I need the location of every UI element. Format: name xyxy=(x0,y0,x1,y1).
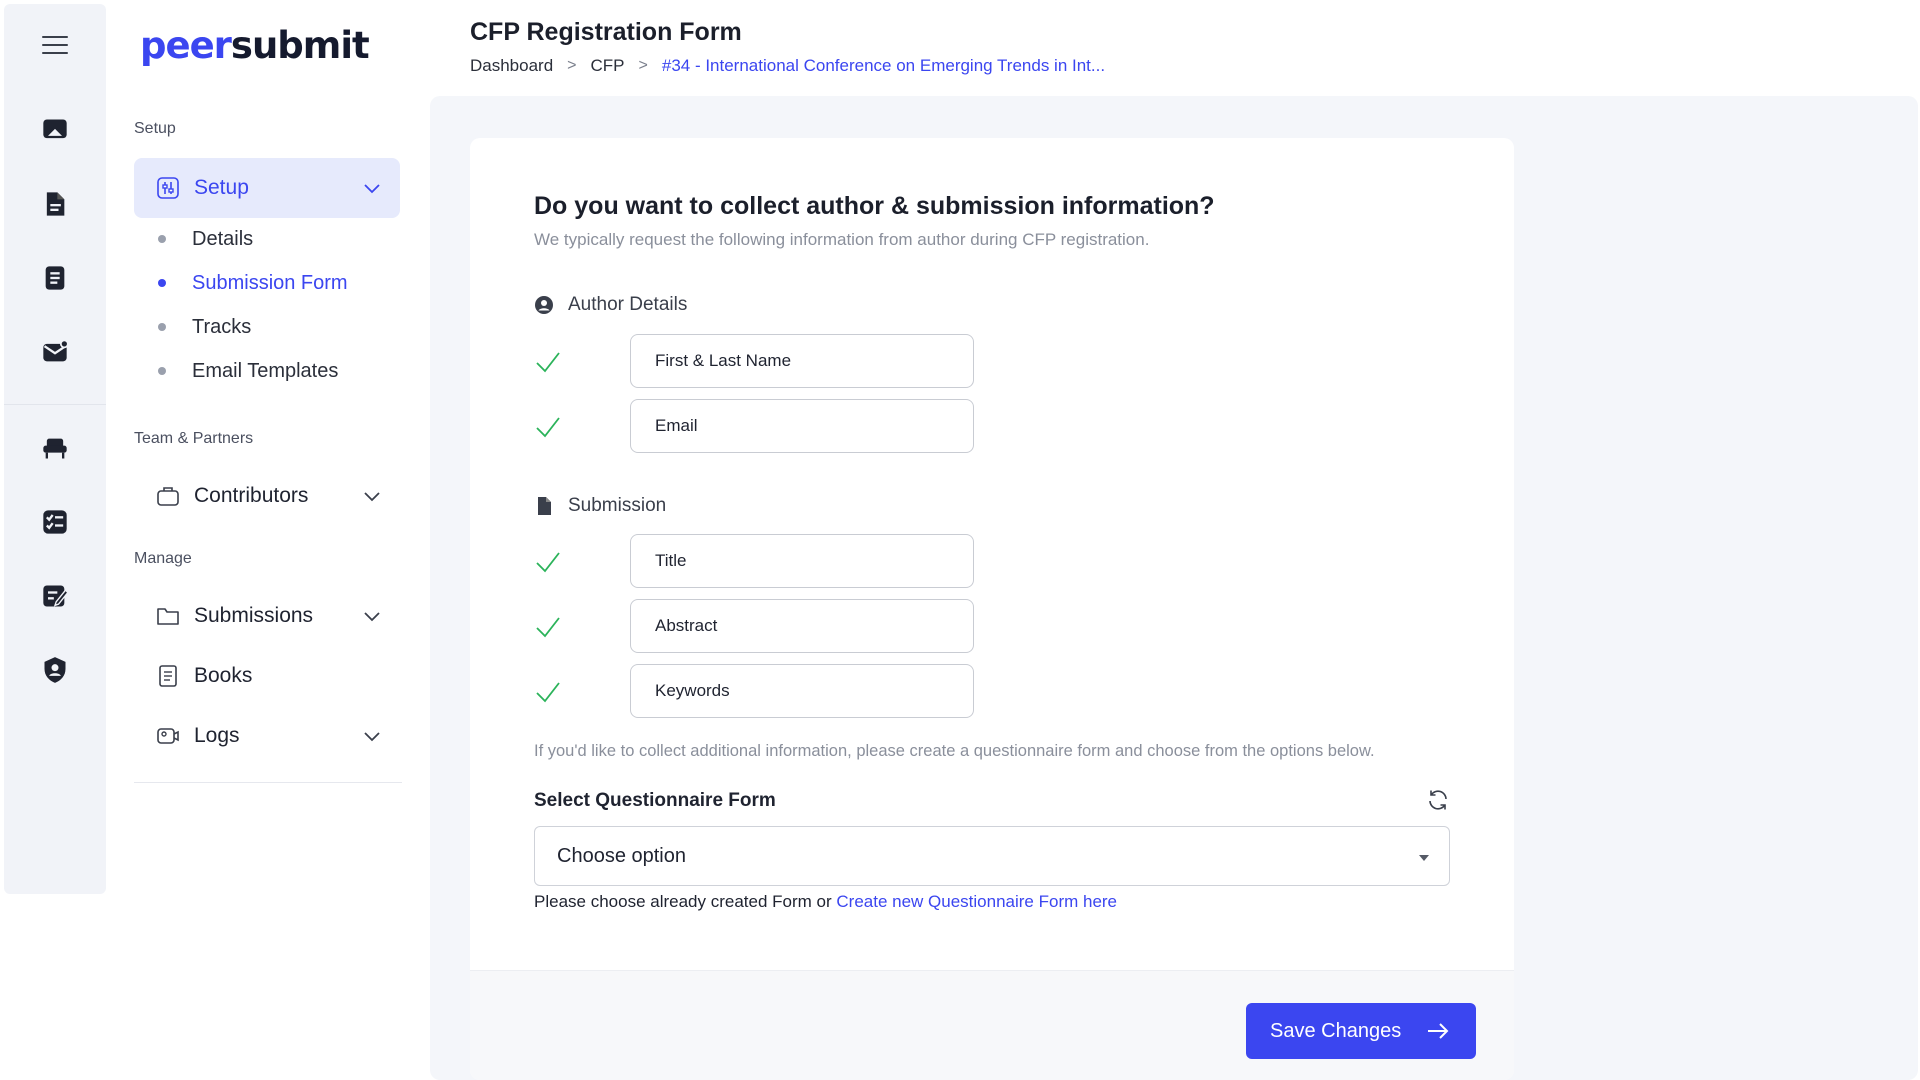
field-keywords[interactable]: Keywords xyxy=(630,664,974,718)
additional-info-hint: If you'd like to collect additional info… xyxy=(534,742,1375,760)
file-icon xyxy=(538,497,551,515)
sidebar: peersubmit Setup Setup Details Submissio… xyxy=(106,0,428,1080)
bullet-dot xyxy=(158,367,166,375)
sidebar-item-label: Logs xyxy=(194,724,240,747)
sidebar-item-label: Books xyxy=(194,664,253,687)
select-questionnaire-label: Select Questionnaire Form xyxy=(534,790,776,811)
folder-icon xyxy=(157,608,179,625)
logo-part-submit: submit xyxy=(230,24,370,67)
field-email[interactable]: Email xyxy=(630,399,974,453)
sidebar-item-contributors[interactable]: Contributors xyxy=(134,466,400,526)
card-footer: Save Changes xyxy=(470,970,1514,1080)
sidebar-item-label: Setup xyxy=(194,176,249,199)
bullet-dot xyxy=(158,323,166,331)
sidebar-item-logs[interactable]: Logs xyxy=(134,706,400,766)
logo-part-peer: peer xyxy=(140,24,232,67)
question-title: Do you want to collect author & submissi… xyxy=(534,192,1215,220)
author-details-heading: Author Details xyxy=(534,294,687,316)
rail-divider xyxy=(4,404,106,405)
section-label-team-partners: Team & Partners xyxy=(134,430,254,447)
shield-icon[interactable] xyxy=(41,656,69,684)
form-card: Do you want to collect author & submissi… xyxy=(470,138,1514,1080)
sidebar-subitem-label: Submission Form xyxy=(192,271,348,294)
sidebar-divider xyxy=(134,782,402,783)
sidebar-subitem-label: Tracks xyxy=(192,315,252,338)
sidebar-subitem-label: Details xyxy=(192,227,254,250)
chevron-down-icon xyxy=(364,492,380,502)
submission-heading: Submission xyxy=(534,495,666,517)
save-changes-button[interactable]: Save Changes xyxy=(1246,1003,1476,1059)
peersubmit-logo[interactable]: peersubmit xyxy=(140,24,370,67)
sidebar-item-books[interactable]: Books xyxy=(134,646,400,706)
sidebar-item-setup[interactable]: Setup xyxy=(134,158,400,218)
breadcrumb-separator: > xyxy=(638,57,648,74)
list-document-icon[interactable] xyxy=(41,264,69,292)
field-title[interactable]: Title xyxy=(630,534,974,588)
arrow-right-icon xyxy=(1428,1023,1449,1039)
icon-rail xyxy=(4,4,106,894)
chair-icon[interactable] xyxy=(41,434,69,462)
sliders-icon xyxy=(157,177,179,199)
check-icon xyxy=(536,352,560,373)
refresh-icon[interactable] xyxy=(1426,788,1450,812)
bullet-dot xyxy=(158,279,166,287)
presentation-icon[interactable] xyxy=(41,116,69,144)
check-icon xyxy=(536,682,560,703)
check-icon xyxy=(536,552,560,573)
sidebar-subitem-details[interactable]: Details xyxy=(158,224,253,254)
sidebar-subitem-email-templates[interactable]: Email Templates xyxy=(158,356,338,386)
edit-icon[interactable] xyxy=(41,582,69,610)
breadcrumb-separator: > xyxy=(567,57,577,74)
check-icon xyxy=(536,417,560,438)
question-subtitle: We typically request the following infor… xyxy=(534,230,1150,249)
checklist-icon[interactable] xyxy=(41,508,69,536)
check-icon xyxy=(536,617,560,638)
briefcase-icon xyxy=(157,487,179,506)
sidebar-item-submissions[interactable]: Submissions xyxy=(134,586,400,646)
field-first-last-name[interactable]: First & Last Name xyxy=(630,334,974,388)
breadcrumb-current-conference[interactable]: #34 - International Conference on Emergi… xyxy=(662,56,1105,76)
video-log-icon xyxy=(157,728,179,744)
breadcrumb-dashboard[interactable]: Dashboard xyxy=(470,56,553,76)
helper-text: Please choose already created Form or xyxy=(534,892,837,911)
user-circle-icon xyxy=(535,296,553,314)
chevron-down-icon xyxy=(364,732,380,742)
field-abstract[interactable]: Abstract xyxy=(630,599,974,653)
sidebar-subitem-submission-form[interactable]: Submission Form xyxy=(158,268,348,298)
caret-down-icon xyxy=(1419,855,1429,861)
book-icon xyxy=(159,665,177,687)
sidebar-subitem-tracks[interactable]: Tracks xyxy=(158,312,251,342)
select-value: Choose option xyxy=(557,844,686,867)
questionnaire-form-select[interactable]: Choose option xyxy=(534,826,1450,886)
page-title: CFP Registration Form xyxy=(470,18,742,46)
sidebar-item-label: Contributors xyxy=(194,484,309,507)
breadcrumb-cfp[interactable]: CFP xyxy=(591,56,625,76)
chevron-down-icon xyxy=(364,184,380,194)
create-questionnaire-link[interactable]: Create new Questionnaire Form here xyxy=(836,892,1117,911)
menu-icon[interactable] xyxy=(42,36,68,56)
sidebar-item-label: Submissions xyxy=(194,604,314,627)
group-heading-label: Submission xyxy=(568,495,667,516)
questionnaire-helper: Please choose already created Form or Cr… xyxy=(534,892,1117,912)
breadcrumb: Dashboard > CFP > #34 - International Co… xyxy=(470,56,1105,76)
section-label-manage: Manage xyxy=(134,550,192,567)
chevron-down-icon xyxy=(364,612,380,622)
section-label-setup: Setup xyxy=(134,120,176,137)
mail-icon[interactable] xyxy=(41,338,69,366)
save-button-label: Save Changes xyxy=(1270,1019,1402,1042)
sidebar-subitem-label: Email Templates xyxy=(192,359,339,382)
group-heading-label: Author Details xyxy=(568,294,688,315)
bullet-dot xyxy=(158,235,166,243)
document-icon[interactable] xyxy=(41,190,69,218)
